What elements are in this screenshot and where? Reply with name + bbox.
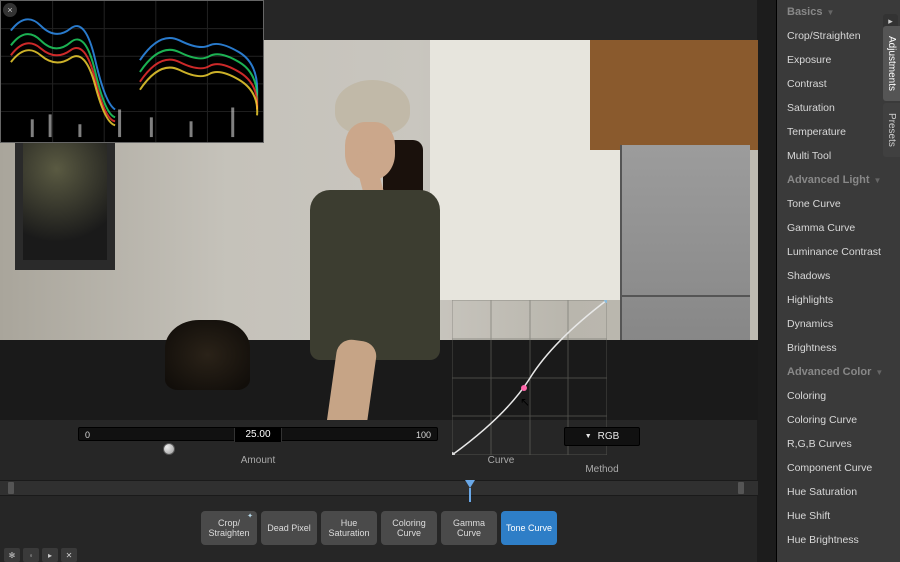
curve-label: Curve [488,455,515,466]
sidebar-item[interactable]: R,G,B Curves [777,432,900,456]
vertical-tab-presets[interactable]: Presets [883,103,900,157]
close-icon[interactable]: ✕ [61,548,77,562]
method-dropdown[interactable]: ▼ RGB [564,427,640,446]
method-label: Method [585,464,618,475]
timeline[interactable] [0,480,758,496]
effect-button[interactable]: Dead Pixel [261,511,317,545]
sidebar-item[interactable]: Shadows [777,264,900,288]
sidebar-item[interactable]: Hue Shift [777,504,900,528]
sidebar-item[interactable]: Dynamics [777,312,900,336]
sidebar-section-header[interactable]: Advanced Color▼ [777,360,900,384]
amount-max: 100 [416,428,431,442]
amount-slider[interactable]: 0 100 25.00 [78,427,438,441]
amount-value[interactable]: 25.00 [234,428,282,442]
timeline-out-handle[interactable] [738,482,744,494]
amount-min: 0 [85,428,90,442]
vertical-tab-adjustments[interactable]: Adjustments [883,26,900,101]
sidebar-item[interactable]: Contrast [777,72,900,96]
chevron-down-icon: ▼ [826,8,834,17]
effect-button[interactable]: HueSaturation [321,511,377,545]
sidebar-section-header[interactable]: Advanced Light▼ [777,168,900,192]
timeline-playhead[interactable] [465,480,475,488]
sidebar-item[interactable]: Hue Brightness [777,528,900,552]
sidebar-item[interactable]: Temperature [777,120,900,144]
effect-button[interactable]: Tone Curve [501,511,557,545]
amount-knob[interactable] [163,443,175,455]
method-value: RGB [598,431,620,442]
effect-button[interactable]: GammaCurve [441,511,497,545]
sidebar-item[interactable]: Coloring Curve [777,408,900,432]
star-icon: ✦ [247,513,253,521]
prev-icon[interactable]: ◦ [23,548,39,562]
video-scope-panel[interactable]: × [0,0,264,143]
sidebar-item[interactable]: Component Curve [777,456,900,480]
sidebar-item[interactable]: Luminance Contrast [777,240,900,264]
amount-label: Amount [241,455,275,466]
sidebar-item[interactable]: Coloring [777,384,900,408]
sidebar-item[interactable]: Saturation [777,96,900,120]
sidebar-item[interactable]: Multi Tool [777,144,900,168]
play-icon[interactable]: ▸ [42,548,58,562]
sidebar-item[interactable]: Exposure [777,48,900,72]
sidebar-section-header[interactable]: Basics▼ [777,0,900,24]
sidebar-item[interactable]: Brightness [777,336,900,360]
sidebar-item[interactable]: Highlights [777,288,900,312]
timeline-in-handle[interactable] [8,482,14,494]
sidebar-item[interactable]: Tone Curve [777,192,900,216]
adjustments-sidebar: Basics▼Crop/StraightenExposureContrastSa… [776,0,900,562]
effect-button[interactable]: Crop/Straighten✦ [201,511,257,545]
sidebar-item[interactable]: Hue Saturation [777,480,900,504]
gear-icon[interactable]: ✻ [4,548,20,562]
chevron-down-icon: ▼ [585,433,592,440]
sidebar-item[interactable]: Crop/Straighten [777,24,900,48]
effect-button[interactable]: ColoringCurve [381,511,437,545]
applied-effects-strip: Crop/Straighten✦Dead PixelHueSaturationC… [0,506,758,550]
chevron-down-icon: ▼ [875,368,883,377]
sidebar-item[interactable]: Gamma Curve [777,216,900,240]
rgb-parade-scope [1,1,263,142]
close-icon[interactable]: × [3,3,17,17]
chevron-down-icon: ▼ [874,176,882,185]
